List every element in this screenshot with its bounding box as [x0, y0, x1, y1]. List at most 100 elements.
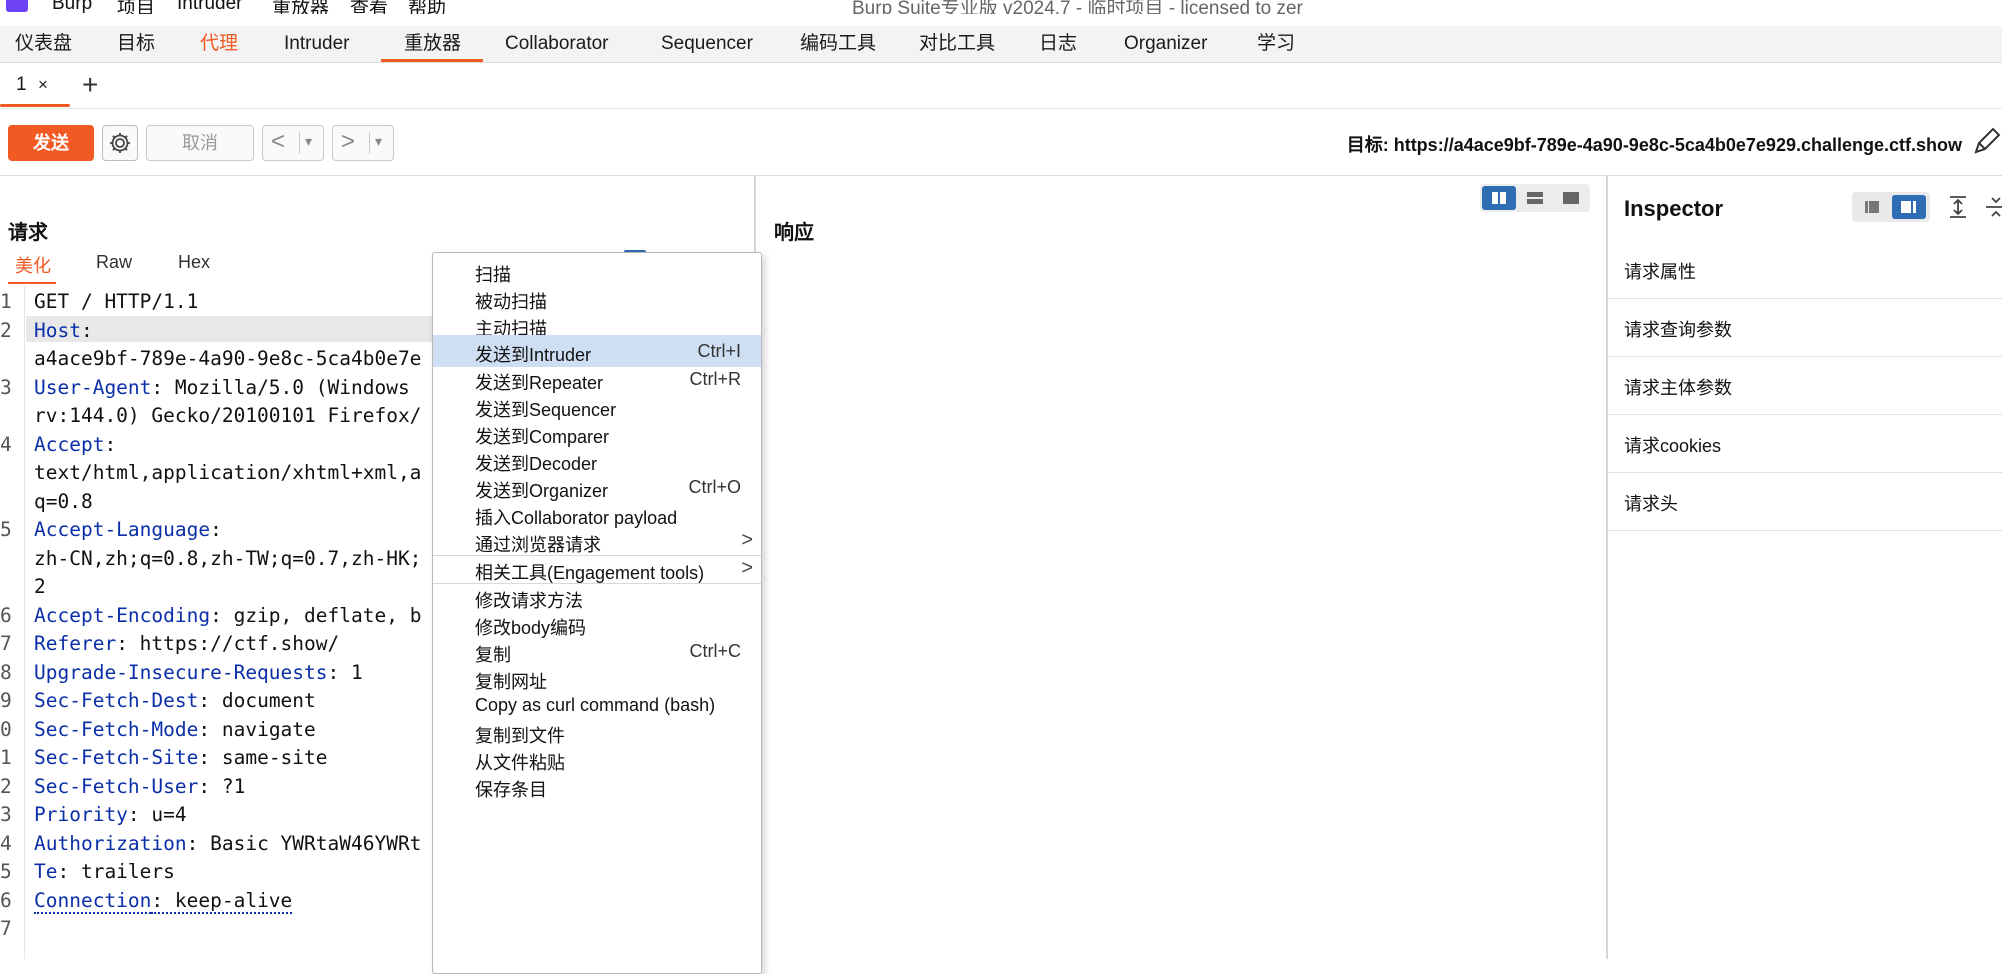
header-value: :	[104, 432, 117, 456]
tab-sequencer[interactable]: Sequencer	[661, 26, 753, 62]
inspector-section-cookies[interactable]: 请求cookies	[1608, 414, 2002, 473]
menu-item-label: Copy as curl command (bash)	[475, 695, 716, 715]
code-line: User-Agent: Mozilla/5.0 (Windows	[34, 376, 410, 399]
tab-repeater[interactable]: 重放器	[404, 26, 461, 62]
inspector-section-request-attributes[interactable]: 请求属性	[1608, 240, 2002, 299]
repeater-tab-label: 1	[16, 74, 27, 95]
close-icon[interactable]: ×	[38, 75, 48, 95]
header-value: : ?1	[198, 774, 246, 798]
tab-collaborator[interactable]: Collaborator	[505, 26, 609, 62]
code-line: Authorization: Basic YWRtaW46YWRt	[34, 832, 421, 855]
layout-left-icon[interactable]	[1855, 195, 1889, 219]
collapse-all-icon[interactable]	[1984, 194, 2002, 220]
main-tab-bar: 仪表盘 目标 代理 Intruder 重放器 Collaborator Sequ…	[0, 26, 2002, 63]
header-value: :	[210, 518, 222, 541]
tab-learn[interactable]: 学习	[1257, 26, 1295, 62]
request-title: 请求	[8, 222, 48, 244]
tab-decoder[interactable]: 编码工具	[800, 26, 876, 62]
chevron-left-icon: <	[271, 128, 286, 155]
header-name: Accept	[34, 432, 105, 456]
header-value: : keep-alive	[151, 888, 293, 914]
code-line: q=0.8	[34, 490, 93, 513]
line-number: 5	[0, 518, 12, 541]
header-name: Accept-Language	[34, 518, 211, 541]
code-line: Host:	[34, 319, 93, 342]
single-pane-icon[interactable]	[1554, 186, 1588, 210]
target-display[interactable]: 目标: https://a4ace9bf-789e-4a90-9e8c-5ca4…	[1347, 131, 1962, 157]
target-url: https://a4ace9bf-789e-4a90-9e8c-5ca4b0e7…	[1393, 135, 1962, 155]
chevron-right-icon: >	[741, 557, 753, 579]
active-subtab-indicator	[0, 104, 70, 107]
inspector-title: Inspector	[1624, 196, 1724, 221]
tab-organizer[interactable]: Organizer	[1124, 26, 1207, 62]
header-value: rv:144.0) Gecko/20100101 Firefox/	[34, 404, 422, 427]
header-value: 2	[34, 575, 46, 598]
menu-help[interactable]: 帮助	[408, 0, 446, 14]
tab-intruder[interactable]: Intruder	[284, 26, 349, 62]
header-name: Referer	[34, 632, 117, 655]
header-value: : 1	[327, 660, 363, 684]
active-tab-indicator	[381, 59, 483, 62]
line-number: 2	[0, 318, 12, 342]
header-value: : same-site	[198, 746, 328, 769]
send-button[interactable]: 发送	[8, 125, 94, 161]
chevron-down-icon[interactable]: ▾	[375, 133, 382, 150]
header-value: :	[80, 318, 93, 342]
line-number: 1	[0, 746, 12, 769]
menu-intruder[interactable]: Intruder	[177, 0, 242, 14]
header-name: Upgrade-Insecure-Requests	[34, 660, 328, 684]
add-tab-icon[interactable]: +	[82, 69, 98, 101]
split-vertical-icon[interactable]	[1518, 186, 1552, 210]
header-name: Priority	[34, 803, 128, 826]
code-line: Sec-Fetch-Mode: navigate	[34, 718, 316, 741]
line-number: 4	[0, 432, 12, 456]
gear-icon	[110, 133, 130, 153]
code-line: Sec-Fetch-Dest: document	[34, 689, 316, 712]
line-number: 7	[0, 632, 12, 655]
menu-repeater[interactable]: 重放器	[272, 0, 329, 14]
code-line: 2	[34, 575, 46, 598]
tab-comparer[interactable]: 对比工具	[919, 26, 995, 62]
menu-item-shortcut: Ctrl+R	[689, 369, 741, 389]
tab-target[interactable]: 目标	[117, 26, 155, 62]
layout-right-icon[interactable]	[1892, 195, 1926, 219]
line-number: 7	[0, 917, 12, 940]
code-line: rv:144.0) Gecko/20100101 Firefox/	[34, 404, 421, 427]
line-number: 4	[0, 831, 12, 855]
tab-raw[interactable]: Raw	[96, 252, 132, 273]
forward-button[interactable]: > ▾	[332, 125, 394, 161]
code-line: Accept:	[34, 433, 116, 456]
line-number: 8	[0, 660, 12, 684]
inspector-panel: Inspector 请求属性 请求查询参数 请求主体参数 请求cookies 请…	[1608, 176, 2002, 959]
layout-toggle	[1480, 184, 1590, 212]
line-number: 3	[0, 803, 12, 826]
split-horizontal-icon[interactable]	[1482, 186, 1516, 210]
pencil-icon[interactable]	[1972, 126, 2002, 156]
line-number: 2	[0, 774, 12, 798]
tab-dashboard[interactable]: 仪表盘	[15, 26, 72, 62]
cancel-button[interactable]: 取消	[146, 125, 254, 161]
header-value: q=0.8	[34, 489, 93, 513]
menu-view[interactable]: 查看	[350, 0, 388, 14]
code-line: Accept-Encoding: gzip, deflate, b	[34, 604, 421, 627]
response-title: 响应	[774, 222, 814, 244]
settings-button[interactable]	[102, 125, 138, 161]
menu-burp[interactable]: Burp	[52, 0, 92, 14]
header-value: zh-CN,zh;q=0.8,zh-TW;q=0.7,zh-HK;	[34, 546, 422, 570]
menu-item-label: 保存条目	[475, 780, 547, 800]
inspector-section-body-params[interactable]: 请求主体参数	[1608, 356, 2002, 415]
inspector-section-query-params[interactable]: 请求查询参数	[1608, 298, 2002, 357]
context-menu-item[interactable]: 保存条目	[433, 770, 761, 802]
menu-project[interactable]: 项目	[117, 0, 155, 14]
tab-hex[interactable]: Hex	[178, 252, 210, 273]
expand-all-icon[interactable]	[1946, 194, 1970, 220]
back-button[interactable]: < ▾	[262, 125, 324, 161]
tab-logger[interactable]: 日志	[1039, 26, 1077, 62]
inspector-layout-toggle	[1852, 192, 1930, 222]
repeater-tab-1[interactable]: 1 ×	[0, 63, 70, 108]
tab-proxy[interactable]: 代理	[200, 26, 238, 62]
header-name: Host	[34, 318, 81, 342]
chevron-down-icon[interactable]: ▾	[305, 133, 312, 150]
tab-pretty[interactable]: 美化	[15, 252, 51, 278]
inspector-section-headers[interactable]: 请求头	[1608, 472, 2002, 531]
